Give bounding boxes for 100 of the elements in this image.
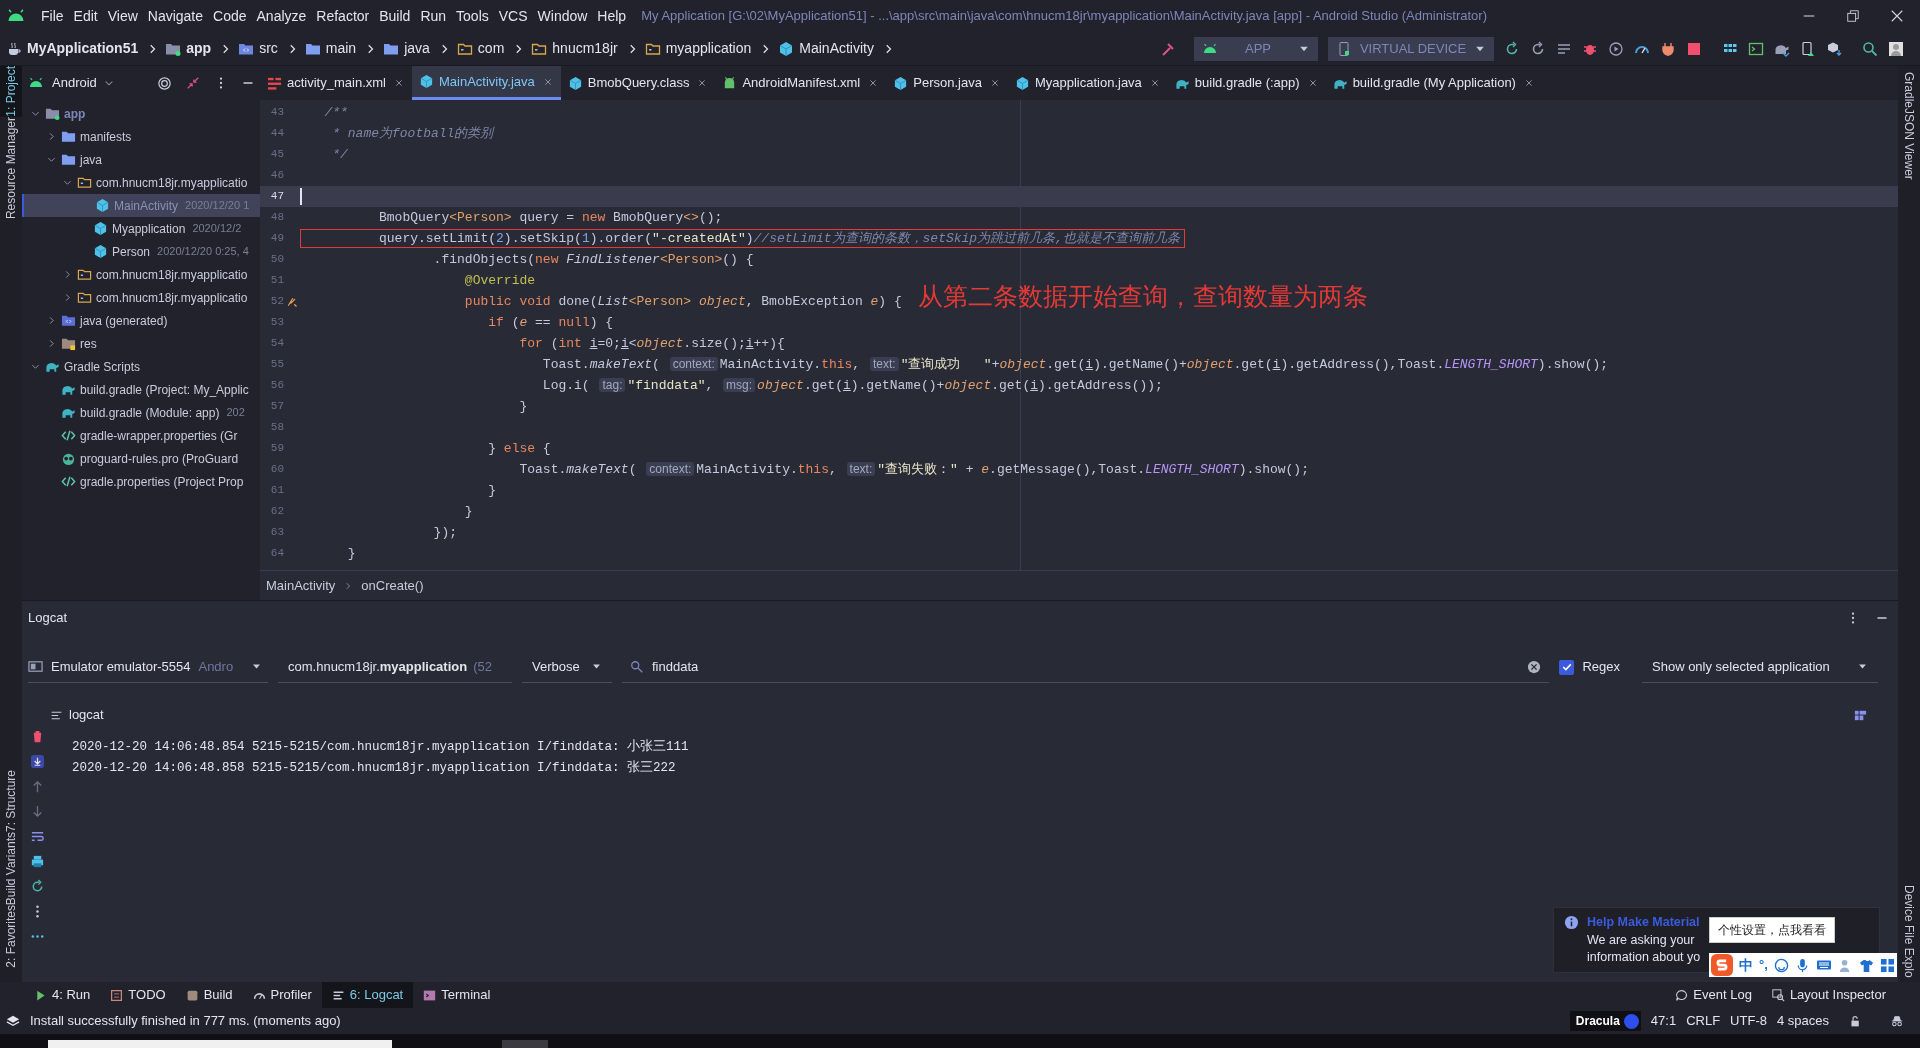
close-icon[interactable] [1890, 9, 1904, 23]
menu-item[interactable]: Navigate [142, 5, 209, 27]
tool-window-tab[interactable]: 1: Project [0, 66, 22, 117]
override-icon[interactable] [286, 295, 298, 308]
code-breadcrumb[interactable]: MainActivity [266, 575, 336, 596]
status-item[interactable]: 47:1 [1650, 1011, 1677, 1031]
collapse-icon[interactable] [186, 76, 200, 90]
device-manager-icon[interactable] [1800, 40, 1816, 57]
tree-item[interactable]: build.gradle (Module: app) 202 [22, 401, 260, 424]
log-level-dropdown[interactable]: Verbose [522, 651, 612, 683]
shirt-icon[interactable] [1858, 957, 1874, 973]
tool-window-tab[interactable]: 2: Favorites [0, 905, 22, 968]
menu-item[interactable]: Analyze [251, 5, 312, 27]
terminal-icon[interactable] [1748, 40, 1764, 57]
breadcrumb-item[interactable]: java [404, 38, 430, 59]
tool-tab[interactable]: TODO [100, 982, 176, 1008]
menu-item[interactable]: View [102, 5, 143, 27]
wrap-icon[interactable] [29, 829, 45, 844]
tree-item[interactable]: res [22, 332, 260, 355]
apply-changes-icon[interactable] [1504, 40, 1520, 57]
tool-window-tab[interactable]: Resource Manager [0, 116, 22, 219]
editor-tab[interactable]: Myapplication.java [1007, 66, 1168, 100]
apply-code-icon[interactable] [1530, 40, 1546, 57]
tree-item[interactable]: Myapplication 2020/12/2 [22, 217, 260, 240]
menu-item[interactable]: Code [208, 5, 252, 27]
tool-window-tab[interactable]: Device File Explo [1898, 885, 1920, 978]
tree-item[interactable]: gradle-wrapper.properties (Gr [22, 424, 260, 447]
tool-tab[interactable]: Terminal [413, 982, 501, 1008]
user-icon[interactable] [1888, 40, 1904, 57]
breadcrumb-item[interactable]: MainActivity [799, 38, 874, 59]
breadcrumb-item[interactable]: main [325, 38, 357, 59]
menu-item[interactable]: Window [532, 5, 593, 27]
smiley-icon[interactable] [1773, 957, 1789, 973]
lock-icon[interactable] [1849, 1014, 1862, 1028]
editor-tab[interactable]: build.gradle (:app) [1167, 66, 1326, 100]
device-dropdown[interactable]: Emulator emulator-5554 Andro [28, 651, 268, 683]
editor-tab[interactable]: AndroidManifest.xml [715, 66, 887, 100]
tree-item[interactable]: manifests [22, 125, 260, 148]
menu-item[interactable]: File [36, 5, 69, 27]
filter-dropdown[interactable]: Show only selected application [1642, 651, 1878, 683]
scroll-end-icon[interactable] [29, 754, 45, 769]
breadcrumb-item[interactable]: hnucm18jr [552, 38, 618, 59]
theme-indicator[interactable]: Dracula [1569, 1011, 1641, 1031]
ime-logo-icon[interactable] [1711, 954, 1733, 976]
code-breadcrumb[interactable]: onCreate() [361, 575, 424, 596]
editor-tab[interactable]: BmobQuery.class [560, 66, 716, 100]
plug-icon[interactable] [1660, 40, 1676, 57]
process-dropdown[interactable]: com.hnucm18jr.myapplication (52 [278, 651, 512, 683]
tool-tab[interactable]: 6: Logcat [321, 982, 414, 1008]
menu-item[interactable]: VCS [493, 5, 533, 27]
search-icon[interactable] [1862, 40, 1878, 57]
tree-item[interactable]: java (generated) [22, 309, 260, 332]
tool-tab[interactable]: Build [175, 982, 243, 1008]
inspector-hat-icon[interactable] [1890, 1014, 1904, 1028]
tree-item[interactable]: com.hnucm18jr.myapplicatio [22, 286, 260, 309]
print-icon[interactable] [29, 854, 45, 869]
breadcrumb-item[interactable]: myapplication [665, 38, 752, 59]
editor-tab[interactable]: MainActivity.java [411, 66, 561, 100]
punctuation-toggle[interactable]: °, [1759, 955, 1768, 975]
menu-item[interactable]: Edit [68, 5, 103, 27]
input-mode-toggle[interactable]: 中 [1739, 954, 1753, 976]
editor-tab[interactable]: activity_main.xml [260, 66, 412, 100]
attach-icon[interactable] [1608, 40, 1624, 57]
clear-icon[interactable] [1527, 659, 1542, 674]
tree-item[interactable]: app [22, 102, 260, 125]
editor-tab[interactable]: build.gradle (My Application) [1325, 66, 1542, 100]
breadcrumb-item[interactable]: MyApplication51 [27, 38, 139, 59]
menu-item[interactable]: Build [374, 5, 416, 27]
tool-window-tab[interactable]: Build Variants [0, 832, 22, 906]
tree-item[interactable]: build.gradle (Project: My_Applic [22, 378, 260, 401]
menu-item[interactable]: Refactor [311, 5, 375, 27]
regex-checkbox[interactable] [1559, 659, 1575, 675]
status-item[interactable]: CRLF [1686, 1011, 1721, 1031]
tree-item[interactable]: java [22, 148, 260, 171]
tool-tab[interactable]: Profiler [242, 982, 322, 1008]
menu-item[interactable]: Tools [451, 5, 494, 27]
package-download-icon[interactable] [1826, 40, 1842, 57]
tool-window-tab[interactable]: Gradle [1898, 72, 1920, 109]
tool-window-tab[interactable]: JSON Viewer [1898, 108, 1920, 180]
tool-tab[interactable]: Layout Inspector [1761, 982, 1896, 1008]
tree-item[interactable]: gradle.properties (Project Prop [22, 470, 260, 493]
hammer-icon[interactable] [1160, 40, 1176, 57]
stop-icon[interactable] [1686, 40, 1702, 57]
editor-tab[interactable]: Person.java [886, 66, 1008, 100]
tool-tab[interactable]: 4: Run [24, 982, 101, 1008]
tree-item[interactable]: Person 2020/12/20 0:25, 4 [22, 240, 260, 263]
menu-item[interactable]: Help [592, 5, 632, 27]
search-field[interactable]: finddata [652, 656, 1520, 677]
grid-icon[interactable] [1879, 957, 1895, 973]
menu-item[interactable]: Run [415, 5, 452, 27]
tree-item[interactable]: com.hnucm18jr.myapplicatio [22, 171, 260, 194]
breadcrumb-item[interactable]: com [477, 38, 505, 59]
tool-tab[interactable]: Event Log [1665, 982, 1762, 1008]
breadcrumb-item[interactable]: src [259, 38, 278, 59]
tree-item[interactable]: com.hnucm18jr.myapplicatio [22, 263, 260, 286]
restore-icon[interactable] [1846, 9, 1860, 23]
view-selector[interactable]: Android [52, 73, 115, 93]
breadcrumb-item[interactable]: app [186, 38, 212, 59]
target-icon[interactable] [157, 75, 172, 91]
tree-item[interactable]: Gradle Scripts [22, 355, 260, 378]
